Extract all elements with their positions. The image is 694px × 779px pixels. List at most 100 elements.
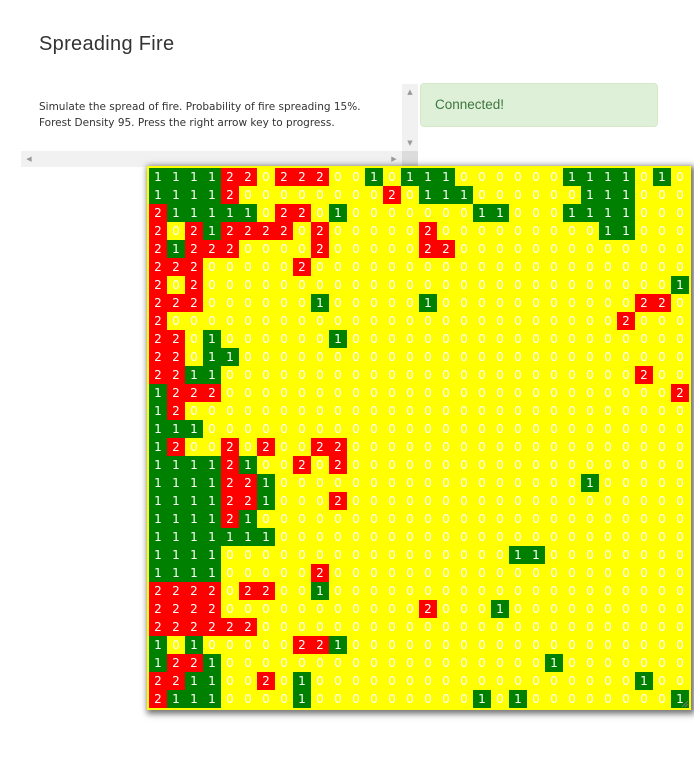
- grid-cell: 1: [167, 528, 185, 546]
- grid-cell: 0: [545, 186, 563, 204]
- grid-cell: 0: [401, 402, 419, 420]
- grid-cell: 0: [275, 600, 293, 618]
- grid-cell: 0: [329, 276, 347, 294]
- grid-cell: 0: [635, 654, 653, 672]
- grid-cell: 0: [635, 348, 653, 366]
- grid-cell: 0: [599, 384, 617, 402]
- grid-cell: 0: [473, 474, 491, 492]
- grid-cell: 0: [653, 672, 671, 690]
- grid-cell: 0: [563, 402, 581, 420]
- status-alert: Connected!: [420, 83, 658, 127]
- grid-cell: 0: [581, 582, 599, 600]
- grid-cell: 0: [347, 528, 365, 546]
- fire-grid-canvas[interactable]: 1111220222001011100000011110101111200000…: [147, 166, 691, 710]
- grid-cell: 0: [275, 240, 293, 258]
- grid-cell: 0: [671, 240, 689, 258]
- grid-cell: 0: [419, 420, 437, 438]
- grid-cell: 2: [221, 240, 239, 258]
- grid-cell: 2: [149, 348, 167, 366]
- grid-cell: 0: [221, 546, 239, 564]
- grid-cell: 0: [203, 258, 221, 276]
- grid-cell: 0: [617, 330, 635, 348]
- grid-cell: 0: [455, 690, 473, 708]
- grid-cell: 0: [383, 456, 401, 474]
- grid-cell: 1: [239, 456, 257, 474]
- grid-cell: 0: [509, 654, 527, 672]
- grid-cell: 2: [293, 168, 311, 186]
- grid-cell: 0: [671, 600, 689, 618]
- scroll-down-icon[interactable]: ▼: [402, 135, 418, 151]
- grid-cell: 0: [509, 636, 527, 654]
- grid-cell: 0: [239, 438, 257, 456]
- grid-cell: 0: [383, 366, 401, 384]
- grid-cell: 0: [635, 240, 653, 258]
- grid-cell: 0: [491, 276, 509, 294]
- grid-cell: 0: [635, 546, 653, 564]
- grid-cell: 0: [185, 438, 203, 456]
- grid-cell: 0: [329, 672, 347, 690]
- grid-cell: 0: [617, 258, 635, 276]
- grid-cell: 1: [185, 168, 203, 186]
- grid-cell: 0: [437, 222, 455, 240]
- grid-cell: 0: [293, 294, 311, 312]
- grid-cell: 0: [401, 582, 419, 600]
- grid-cell: 0: [491, 222, 509, 240]
- grid-cell: 2: [185, 294, 203, 312]
- grid-cell: 0: [653, 330, 671, 348]
- grid-cell: 0: [545, 330, 563, 348]
- grid-cell: 0: [545, 690, 563, 708]
- grid-cell: 0: [365, 690, 383, 708]
- grid-cell: 0: [437, 456, 455, 474]
- grid-cell: 0: [203, 402, 221, 420]
- grid-cell: 0: [509, 402, 527, 420]
- grid-cell: 0: [239, 294, 257, 312]
- grid-cell: 0: [473, 420, 491, 438]
- scroll-left-icon[interactable]: ◀: [21, 151, 37, 167]
- scroll-right-icon[interactable]: ▶: [386, 151, 402, 167]
- grid-cell: 0: [545, 348, 563, 366]
- grid-cell: 1: [509, 690, 527, 708]
- grid-cell: 0: [473, 600, 491, 618]
- grid-cell: 1: [203, 474, 221, 492]
- horizontal-scrollbar[interactable]: ◀ ▶: [21, 151, 402, 167]
- grid-cell: 0: [401, 546, 419, 564]
- grid-cell: 0: [329, 420, 347, 438]
- grid-cell: 0: [671, 258, 689, 276]
- grid-cell: 0: [293, 186, 311, 204]
- grid-cell: 0: [257, 600, 275, 618]
- fire-grid[interactable]: 1111220222001011100000011110101111200000…: [149, 168, 689, 708]
- description-panel[interactable]: Simulate the spread of fire. Probability…: [21, 84, 418, 167]
- grid-cell: 0: [437, 492, 455, 510]
- grid-cell: 0: [311, 690, 329, 708]
- grid-cell: 0: [617, 618, 635, 636]
- grid-cell: 0: [383, 240, 401, 258]
- grid-cell: 0: [635, 600, 653, 618]
- grid-cell: 0: [545, 222, 563, 240]
- grid-cell: 2: [149, 600, 167, 618]
- grid-cell: 0: [275, 510, 293, 528]
- scroll-up-icon[interactable]: ▲: [402, 84, 418, 100]
- grid-cell: 0: [509, 438, 527, 456]
- resize-grip-icon[interactable]: [681, 700, 689, 708]
- grid-cell: 0: [401, 672, 419, 690]
- grid-cell: 0: [473, 456, 491, 474]
- grid-cell: 0: [365, 294, 383, 312]
- grid-cell: 0: [239, 330, 257, 348]
- grid-cell: 0: [491, 366, 509, 384]
- grid-cell: 0: [653, 546, 671, 564]
- grid-cell: 1: [491, 204, 509, 222]
- grid-cell: 0: [221, 672, 239, 690]
- grid-cell: 0: [257, 312, 275, 330]
- vertical-scrollbar[interactable]: ▲ ▼: [402, 84, 418, 151]
- grid-cell: 2: [311, 222, 329, 240]
- grid-cell: 0: [293, 312, 311, 330]
- grid-cell: 0: [311, 312, 329, 330]
- grid-cell: 0: [383, 618, 401, 636]
- grid-cell: 0: [527, 294, 545, 312]
- grid-cell: 0: [473, 366, 491, 384]
- grid-cell: 0: [437, 348, 455, 366]
- grid-cell: 0: [419, 654, 437, 672]
- grid-cell: 0: [257, 240, 275, 258]
- grid-cell: 0: [437, 654, 455, 672]
- grid-cell: 0: [563, 312, 581, 330]
